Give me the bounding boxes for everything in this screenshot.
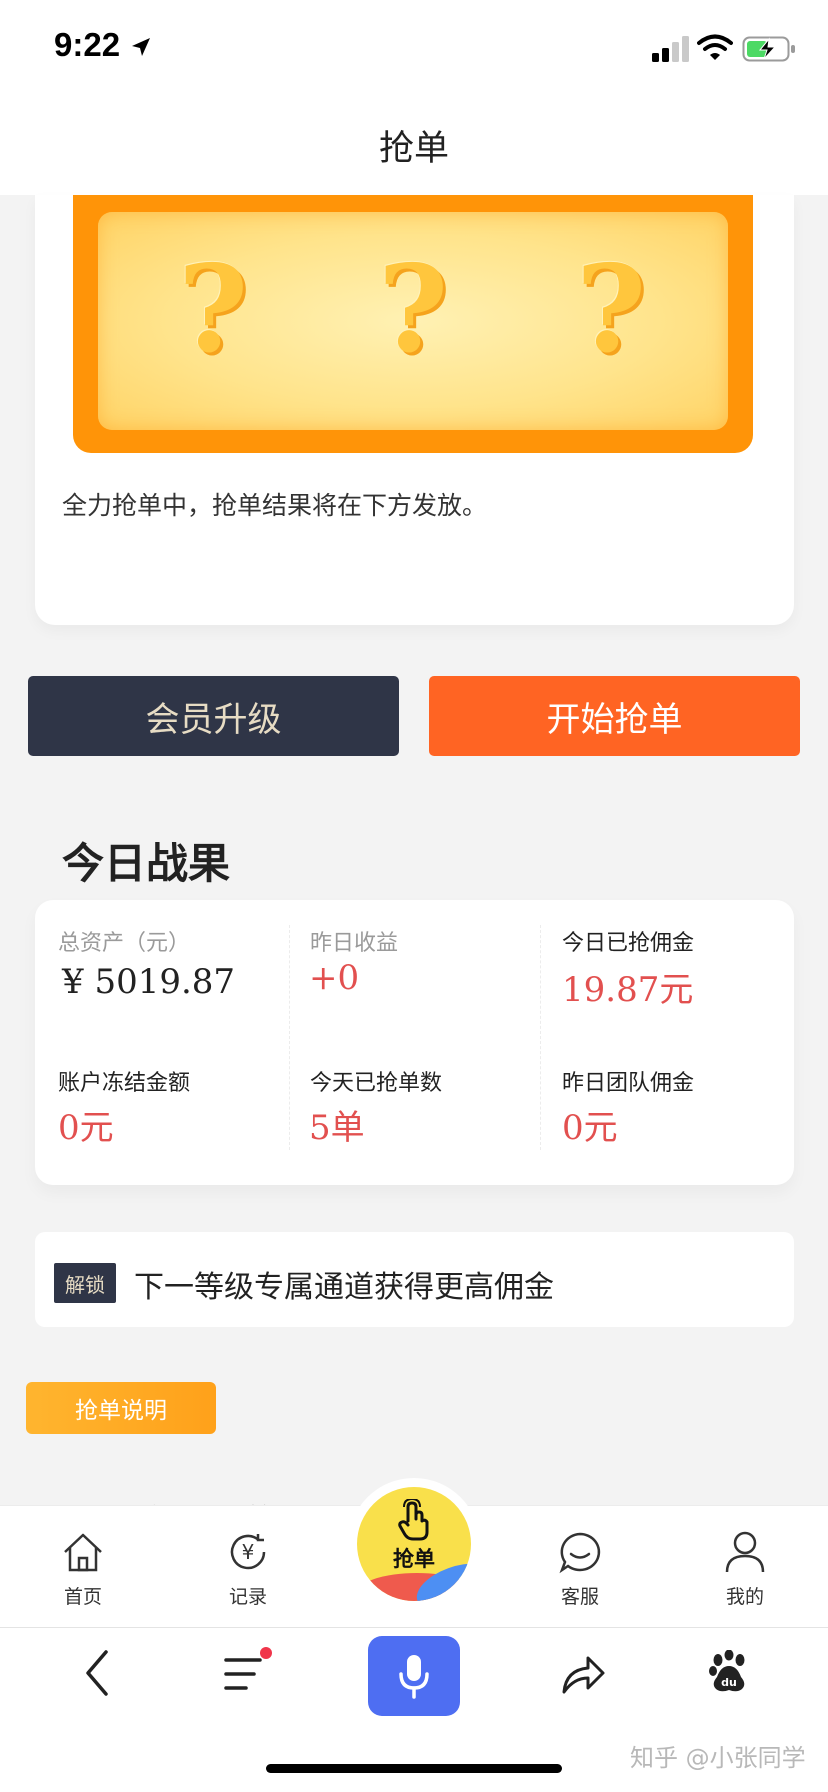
share-icon[interactable]: [560, 1652, 606, 1696]
wifi-icon: [697, 34, 733, 60]
mic-icon: [399, 1655, 429, 1699]
team-commission-label: 昨日团队佣金: [562, 1071, 695, 1096]
start-grab-button[interactable]: 开始抢单: [429, 676, 800, 756]
tab-record[interactable]: ¥ 记录: [203, 1528, 293, 1609]
page-title: 抢单: [378, 129, 449, 169]
watermark-text: 知乎 @小张同学: [630, 1744, 806, 1772]
orders-today-value: 5单: [309, 1108, 365, 1148]
team-commission-value: 0元: [562, 1108, 618, 1148]
slot-question-mark: ?: [575, 239, 647, 380]
yesterday-income-label: 昨日收益: [310, 931, 399, 956]
stats-divider: [540, 925, 541, 1150]
slot-question-mark: ?: [377, 239, 449, 380]
tab-grab-label: 抢单: [393, 1547, 435, 1571]
back-icon[interactable]: [82, 1648, 112, 1698]
frozen-amount-label: 账户冻结金额: [58, 1071, 191, 1096]
voice-search-button[interactable]: [368, 1636, 460, 1716]
record-icon: ¥: [230, 1534, 266, 1570]
chat-icon: [559, 1532, 601, 1574]
tab-record-label: 记录: [228, 1586, 267, 1608]
svg-text:du: du: [721, 1676, 737, 1689]
unlock-text: 下一等级专属通道获得更高佣金: [134, 1270, 554, 1305]
cellular-signal-icon: [652, 36, 689, 62]
tab-mine-label: 我的: [725, 1586, 764, 1608]
tab-grab-center-button[interactable]: 抢单: [357, 1487, 471, 1601]
total-assets-label: 总资产（元）: [58, 931, 191, 956]
home-icon: [64, 1533, 102, 1572]
stats-divider: [289, 925, 290, 1150]
notification-dot: [260, 1647, 272, 1659]
home-indicator[interactable]: [266, 1764, 562, 1773]
tab-service-label: 客服: [560, 1586, 599, 1608]
profile-icon: [725, 1531, 765, 1573]
frozen-amount-value: 0元: [58, 1108, 114, 1148]
menu-icon[interactable]: [224, 1656, 266, 1692]
unlock-badge: 解锁: [54, 1263, 116, 1303]
orders-today-label: 今天已抢单数: [310, 1071, 443, 1096]
tab-mine[interactable]: 我的: [700, 1528, 790, 1609]
tab-home[interactable]: 首页: [38, 1528, 128, 1609]
grab-instructions-button[interactable]: 抢单说明: [26, 1382, 216, 1434]
baidu-paw-icon[interactable]: du: [708, 1650, 750, 1694]
results-title: 今日战果: [62, 839, 231, 888]
tap-hand-icon: [398, 1499, 429, 1541]
tab-home-label: 首页: [63, 1586, 102, 1608]
grab-status-message: 全力抢单中，抢单结果将在下方发放。: [62, 491, 488, 520]
slot-question-mark: ?: [177, 239, 249, 380]
member-upgrade-button[interactable]: 会员升级: [28, 676, 399, 756]
battery-charging-icon: [742, 36, 795, 62]
yesterday-income-value: +0: [309, 958, 360, 998]
status-time: 9:22: [54, 26, 121, 63]
location-arrow-icon: [132, 38, 150, 56]
tab-service[interactable]: 客服: [535, 1528, 625, 1609]
total-assets-value: ¥ 5019.87: [62, 962, 236, 1002]
today-commission-label: 今日已抢佣金: [562, 931, 695, 956]
today-commission-value: 19.87元: [562, 970, 694, 1010]
svg-text:¥: ¥: [242, 1540, 255, 1564]
